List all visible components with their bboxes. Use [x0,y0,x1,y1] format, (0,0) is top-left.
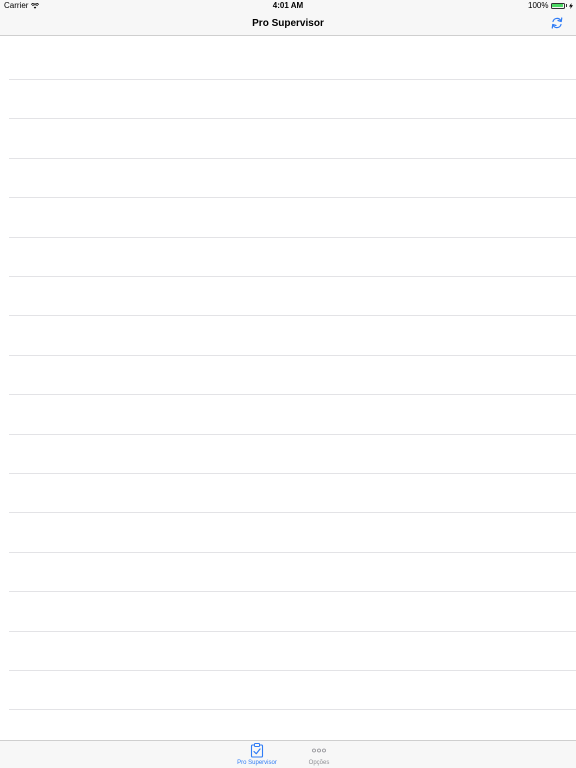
list-item[interactable] [9,238,576,277]
list-item[interactable] [9,395,576,435]
list-item[interactable] [9,198,576,238]
battery-percent: 100% [528,1,549,10]
list-item[interactable] [9,671,576,711]
list-item[interactable] [9,80,576,120]
charging-bolt-icon [569,2,573,9]
list-item[interactable] [9,316,576,356]
list-item[interactable] [9,277,576,317]
page-title: Pro Supervisor [252,18,324,29]
battery-tip [565,4,567,7]
tab-bar: Pro Supervisor Opções [0,740,576,768]
list-item[interactable] [9,356,576,396]
table-list[interactable] [0,36,576,740]
list-item[interactable] [9,36,576,80]
status-time: 4:01 AM [272,1,304,10]
tab-pro-supervisor[interactable]: Pro Supervisor [227,743,287,768]
app-screen: Carrier 4:01 AM 100% Pro Supervisor Pro … [0,0,576,768]
list-item[interactable] [9,159,576,199]
tab-opcoes[interactable]: Opções [289,743,349,768]
status-bar: Carrier 4:01 AM 100% [0,0,576,12]
list-item[interactable] [9,119,576,159]
list-item[interactable] [9,553,576,593]
list-item[interactable] [9,632,576,671]
list-item[interactable] [9,474,576,514]
list-item[interactable] [9,592,576,632]
refresh-icon [551,17,563,29]
battery-level [552,4,563,7]
tab-label: Opções [308,760,330,766]
list-item[interactable] [9,435,576,474]
battery-icon [550,2,565,9]
tab-label: Pro Supervisor [237,760,277,766]
refresh-button[interactable] [550,16,564,30]
status-right: 100% [528,1,573,10]
list-item[interactable] [9,513,576,553]
navigation-bar: Pro Supervisor [0,12,576,36]
clipboard-check-icon [250,743,264,758]
more-dots-icon [312,748,326,753]
list-item[interactable] [9,710,576,740]
